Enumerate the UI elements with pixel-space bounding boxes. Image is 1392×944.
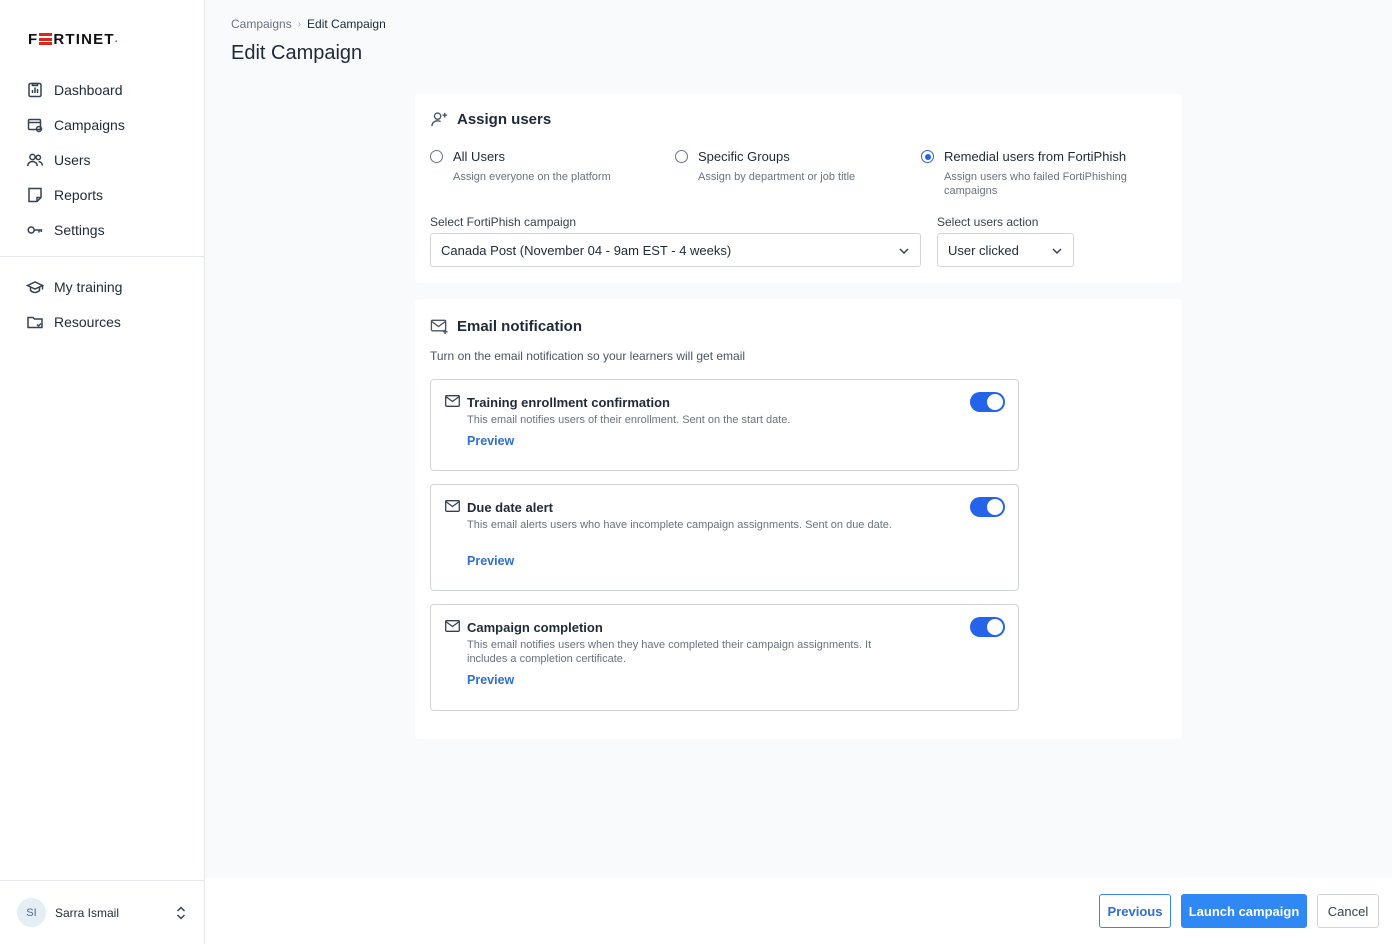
users-action-select[interactable]: User clicked bbox=[937, 233, 1074, 267]
breadcrumb-campaigns-link[interactable]: Campaigns bbox=[231, 17, 292, 31]
notification-description: This email notifies users of their enrol… bbox=[467, 414, 791, 426]
fortinet-logo[interactable]: F RTINET . bbox=[28, 30, 119, 48]
reports-icon bbox=[28, 187, 42, 202]
radio-button[interactable] bbox=[675, 150, 688, 163]
breadcrumb: Campaigns › Edit Campaign bbox=[231, 17, 386, 31]
assign-users-heading: Assign users bbox=[430, 110, 551, 129]
sidebar-item-label: Dashboard bbox=[54, 81, 123, 98]
sidebar-divider bbox=[0, 256, 204, 257]
secondary-nav: My training Resources bbox=[0, 269, 205, 339]
user-menu[interactable]: SI Sarra Ismail bbox=[0, 880, 204, 944]
notification-due-date: Due date alert This email alerts users w… bbox=[430, 484, 1019, 591]
logo-dot: . bbox=[114, 33, 119, 45]
select-value: User clicked bbox=[948, 242, 1019, 258]
sidebar-item-label: Settings bbox=[54, 221, 105, 238]
chevron-down-icon bbox=[1052, 248, 1062, 255]
chevron-down-icon bbox=[899, 248, 909, 255]
page-title: Edit Campaign bbox=[231, 42, 363, 64]
graduation-cap-icon bbox=[26, 280, 44, 293]
campaigns-icon bbox=[27, 118, 43, 132]
preview-link[interactable]: Preview bbox=[467, 434, 514, 448]
chevron-up-down-icon[interactable] bbox=[175, 906, 187, 920]
email-notification-heading: Email notification bbox=[430, 317, 582, 336]
logo-mark-icon bbox=[39, 33, 53, 45]
radio-description: Assign by department or job title bbox=[698, 171, 856, 183]
radio-button-checked[interactable] bbox=[921, 150, 934, 163]
notification-title: Due date alert bbox=[467, 500, 553, 515]
sidebar-item-label: Campaigns bbox=[54, 116, 125, 133]
launch-campaign-button[interactable]: Launch campaign bbox=[1181, 894, 1307, 928]
previous-button[interactable]: Previous bbox=[1099, 894, 1171, 928]
sidebar-item-label: Users bbox=[54, 151, 91, 168]
action-footer: Previous Launch campaign Cancel bbox=[205, 878, 1392, 944]
email-notification-intro: Turn on the email notification so your l… bbox=[430, 349, 746, 363]
sidebar-item-dashboard[interactable]: Dashboard bbox=[0, 72, 205, 107]
notification-enrollment: Training enrollment confirmation This em… bbox=[430, 379, 1019, 471]
envelope-icon bbox=[445, 620, 460, 632]
users-action-label: Select users action bbox=[937, 215, 1039, 229]
users-icon bbox=[27, 153, 44, 166]
sidebar-item-reports[interactable]: Reports bbox=[0, 177, 205, 212]
assign-users-title: Assign users bbox=[457, 111, 552, 128]
email-notification-card: Email notification Turn on the email not… bbox=[415, 299, 1182, 739]
notification-toggle[interactable] bbox=[970, 497, 1005, 517]
cancel-button[interactable]: Cancel bbox=[1317, 894, 1379, 928]
radio-button[interactable] bbox=[430, 150, 443, 163]
breadcrumb-current: Edit Campaign bbox=[307, 17, 386, 31]
mail-plus-icon bbox=[430, 319, 448, 335]
radio-label: Remedial users from FortiPhish bbox=[944, 149, 1127, 164]
sidebar-item-label: Reports bbox=[54, 186, 104, 203]
sidebar-item-label: Resources bbox=[54, 313, 121, 330]
radio-description: Assign everyone on the platform bbox=[453, 171, 611, 183]
notification-toggle[interactable] bbox=[970, 617, 1005, 637]
notification-description: This email alerts users who have incompl… bbox=[467, 519, 892, 531]
radio-label: All Users bbox=[453, 149, 506, 164]
select-value: Canada Post (November 04 - 9am EST - 4 w… bbox=[441, 242, 732, 258]
campaign-select-label: Select FortiPhish campaign bbox=[430, 215, 577, 229]
radio-label: Specific Groups bbox=[698, 149, 790, 164]
avatar: SI bbox=[17, 898, 46, 927]
notification-completion: Campaign completion This email notifies … bbox=[430, 604, 1019, 711]
primary-nav: Dashboard Campaigns Users Reports Settin… bbox=[0, 72, 205, 247]
sidebar-item-users[interactable]: Users bbox=[0, 142, 205, 177]
sidebar: F RTINET . Dashboard Campaigns Users Rep… bbox=[0, 0, 205, 944]
folder-icon bbox=[27, 316, 43, 328]
user-plus-icon bbox=[431, 112, 448, 127]
settings-icon bbox=[27, 225, 43, 234]
logo-text-b: RTINET bbox=[53, 30, 115, 48]
notification-title: Training enrollment confirmation bbox=[467, 395, 670, 410]
assign-users-card: Assign users All Users Assign everyone o… bbox=[415, 94, 1182, 283]
notification-title: Campaign completion bbox=[467, 620, 603, 635]
preview-link[interactable]: Preview bbox=[467, 673, 514, 687]
sidebar-item-my-training[interactable]: My training bbox=[0, 269, 205, 304]
logo-text-a: F bbox=[28, 30, 39, 48]
envelope-icon bbox=[445, 500, 460, 512]
email-notification-title: Email notification bbox=[457, 318, 583, 335]
notification-description: This email notifies users when they have… bbox=[467, 639, 872, 665]
sidebar-item-label: My training bbox=[54, 278, 123, 295]
user-name: Sarra Ismail bbox=[55, 905, 120, 920]
sidebar-item-settings[interactable]: Settings bbox=[0, 212, 205, 247]
notification-toggle[interactable] bbox=[970, 392, 1005, 412]
breadcrumb-separator-icon: › bbox=[297, 18, 302, 30]
sidebar-item-resources[interactable]: Resources bbox=[0, 304, 205, 339]
sidebar-item-campaigns[interactable]: Campaigns bbox=[0, 107, 205, 142]
preview-link[interactable]: Preview bbox=[467, 554, 514, 568]
radio-description: Assign users who failed FortiPhishing ca… bbox=[944, 171, 1127, 197]
fortiphish-campaign-select[interactable]: Canada Post (November 04 - 9am EST - 4 w… bbox=[430, 233, 921, 267]
envelope-icon bbox=[445, 395, 460, 407]
dashboard-icon bbox=[28, 82, 42, 97]
